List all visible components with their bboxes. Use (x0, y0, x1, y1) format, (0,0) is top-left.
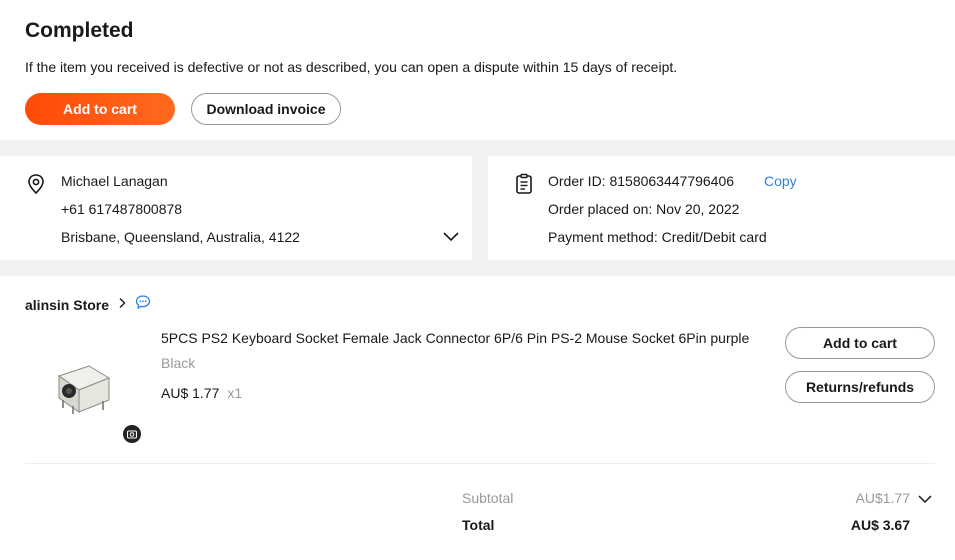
order-items-card: alinsin Store 5PCS PS2 Keyboard Socket F… (0, 276, 955, 560)
divider (25, 463, 935, 464)
order-status-card: Completed If the item you received is de… (0, 0, 955, 140)
order-placed-date: Order placed on: Nov 20, 2022 (548, 201, 740, 217)
total-label: Total (462, 517, 495, 533)
product-image[interactable] (45, 348, 125, 428)
product-price-row: AU$ 1.77 x1 (161, 385, 242, 401)
order-info-card: Order ID: 8158063447796406 Copy Order pl… (488, 156, 955, 260)
product-title[interactable]: 5PCS PS2 Keyboard Socket Female Jack Con… (161, 330, 761, 346)
product-price: AU$ 1.77 (161, 385, 220, 401)
recipient-phone: +61 617487800878 (61, 201, 183, 217)
subtotal-value: AU$1.77 (855, 490, 910, 506)
dispute-notice: If the item you received is defective or… (25, 59, 678, 75)
chat-icon[interactable] (135, 294, 151, 315)
recipient-name: Michael Lanagan (61, 173, 168, 189)
shipping-address-card: Michael Lanagan +61 617487800878 Brisban… (0, 156, 472, 260)
chevron-down-icon[interactable] (441, 226, 463, 248)
chevron-down-icon[interactable] (916, 490, 934, 508)
receipt-icon (513, 173, 535, 195)
store-header[interactable]: alinsin Store (25, 294, 151, 315)
subtotal-label: Subtotal (462, 490, 514, 506)
order-id: Order ID: 8158063447796406 (548, 173, 735, 189)
add-to-cart-button[interactable]: Add to cart (25, 93, 175, 125)
camera-icon[interactable] (123, 425, 141, 443)
location-pin-icon (25, 173, 47, 195)
store-name[interactable]: alinsin Store (25, 297, 109, 313)
chevron-right-icon (117, 296, 127, 314)
payment-method: Payment method: Credit/Debit card (548, 229, 767, 245)
order-status-title: Completed (25, 19, 134, 42)
download-invoice-button[interactable]: Download invoice (191, 93, 341, 125)
product-quantity: x1 (227, 385, 243, 401)
returns-refunds-button[interactable]: Returns/refunds (785, 371, 935, 403)
total-value: AU$ 3.67 (850, 517, 910, 533)
copy-order-id-link[interactable]: Copy (764, 173, 797, 189)
product-variant: Black (161, 355, 196, 371)
item-add-to-cart-button[interactable]: Add to cart (785, 327, 935, 359)
recipient-location: Brisbane, Queensland, Australia, 4122 (61, 229, 300, 245)
